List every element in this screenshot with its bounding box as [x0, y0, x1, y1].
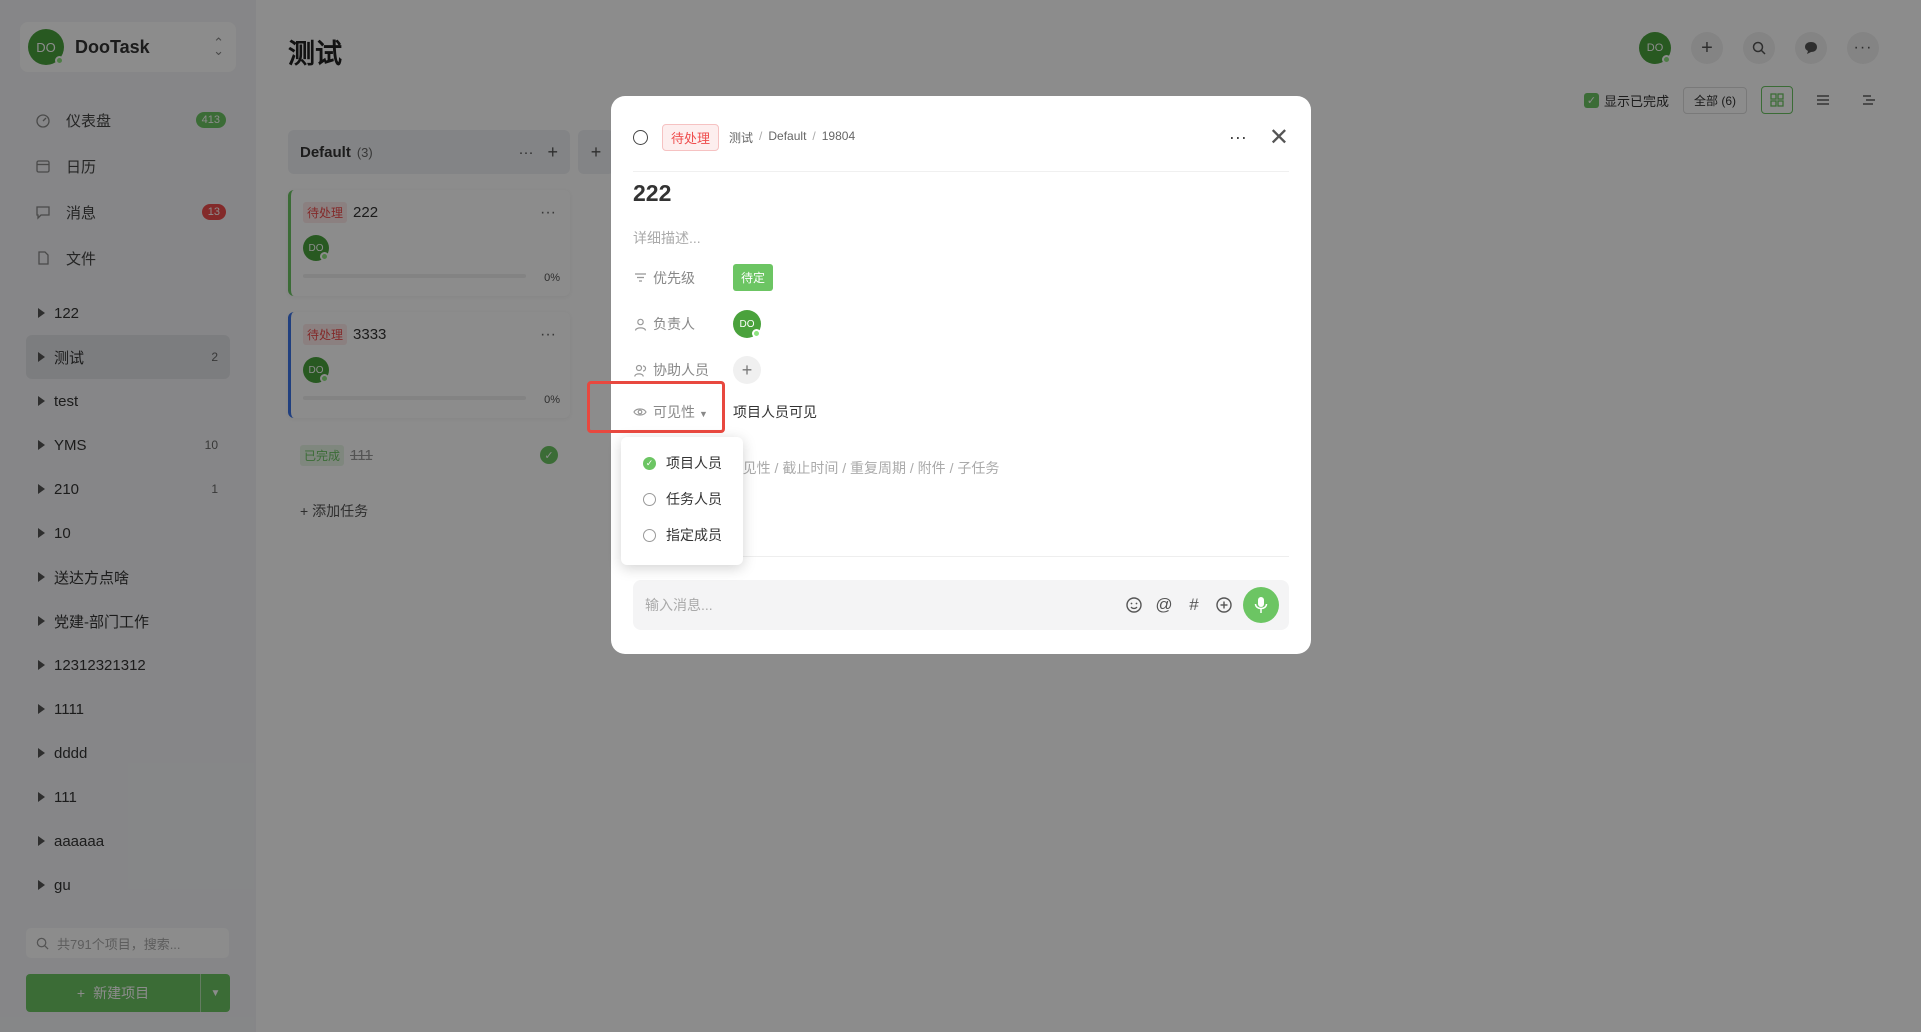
- emoji-icon[interactable]: [1123, 594, 1145, 616]
- option-label: 指定成员: [666, 527, 722, 543]
- assist-field: 协助人员 +: [633, 356, 761, 384]
- visibility-option-specified-members[interactable]: 指定成员: [621, 517, 743, 553]
- user-icon: [633, 317, 647, 331]
- message-placeholder: 输入消息...: [645, 597, 713, 613]
- visibility-option-task-members[interactable]: 任务人员: [621, 481, 743, 517]
- description-input[interactable]: 详细描述...: [633, 228, 701, 248]
- option-label: 项目人员: [666, 455, 722, 471]
- more-icon[interactable]: ···: [1229, 127, 1247, 148]
- owner-field: 负责人 DO: [633, 310, 761, 338]
- avatar-initials: DO: [739, 318, 755, 330]
- modal-header: 待处理 测试 / Default/ 19804 ··· ✕: [633, 116, 1289, 172]
- status-badge[interactable]: 待处理: [662, 124, 720, 151]
- priority-icon: [633, 271, 647, 285]
- microphone-icon: [1254, 597, 1268, 613]
- breadcrumb-task-id: 19804: [821, 129, 856, 143]
- add-assistant-button[interactable]: +: [733, 356, 761, 384]
- voice-button[interactable]: [1243, 587, 1279, 623]
- task-title[interactable]: 222: [633, 180, 671, 207]
- field-label: 协助人员: [653, 362, 709, 378]
- message-input[interactable]: 输入消息... @ #: [633, 580, 1289, 630]
- priority-badge[interactable]: 待定: [733, 264, 774, 291]
- mention-icon[interactable]: @: [1153, 594, 1175, 616]
- annotation-highlight: [587, 381, 725, 433]
- breadcrumb-project[interactable]: 测试: [729, 129, 753, 146]
- field-label: 负责人: [653, 316, 695, 332]
- add-circle-icon[interactable]: [1213, 594, 1235, 616]
- breadcrumb-column[interactable]: Default: [768, 129, 806, 146]
- radio-icon: [643, 492, 656, 506]
- visibility-dropdown: ✓ 项目人员 任务人员 指定成员: [621, 437, 743, 565]
- users-icon: [633, 363, 647, 377]
- hashtag-icon[interactable]: #: [1183, 594, 1205, 616]
- visibility-option-project-members[interactable]: ✓ 项目人员: [621, 445, 743, 481]
- owner-avatar[interactable]: DO: [733, 310, 761, 338]
- radio-icon: [643, 528, 656, 542]
- visibility-value: 项目人员可见: [733, 404, 817, 420]
- check-circle-icon: ✓: [643, 456, 656, 470]
- extra-fields-list[interactable]: / 可见性 / 截止时间 / 重复周期 / 附件 / 子任务: [721, 460, 999, 476]
- field-label: 优先级: [653, 269, 695, 286]
- close-icon[interactable]: ✕: [1269, 123, 1289, 152]
- breadcrumb: 测试 / Default/ 19804: [729, 129, 856, 146]
- complete-toggle-icon[interactable]: [633, 130, 648, 145]
- option-label: 任务人员: [666, 491, 722, 507]
- plus-icon: +: [741, 359, 753, 380]
- task-detail-modal: 待处理 测试 / Default/ 19804 ··· ✕ 222 详细描述...…: [611, 96, 1311, 654]
- priority-field: 优先级 待定: [633, 264, 774, 291]
